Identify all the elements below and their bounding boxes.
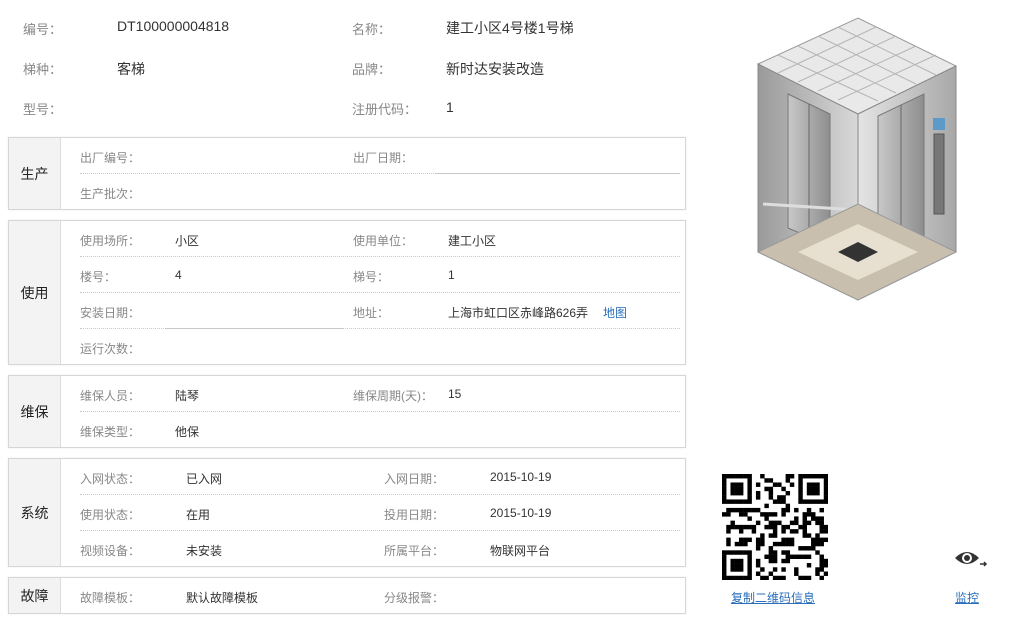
unit-label: 使用单位： [353,234,414,248]
type-label: 梯种： [23,62,63,77]
model-label: 型号： [23,102,63,117]
install-date-label: 安装日期： [80,306,141,320]
template-label: 故障模板： [80,591,141,605]
type-value: 客梯 [117,61,145,77]
system-row-2: 使用状态： 在用 投用日期： 2015-10-19 [80,495,680,531]
copy-qr-link[interactable]: 复制二维码信息 [731,589,815,606]
fault-title: 故障 [9,578,61,613]
usage-row-3: 安装日期： 地址： 上海市虹口区赤峰路626弄 地图 [80,293,680,329]
maintenance-row-2: 维保类型： 他保 [80,412,680,448]
alarm-label: 分级报警： [384,591,445,605]
usage-row-4: 运行次数： [80,329,680,365]
template-value: 默认故障模板 [186,591,259,605]
mtype-value: 他保 [175,425,200,439]
usage-row-1: 使用场所： 小区 使用单位： 建工小区 [80,221,680,257]
name-label: 名称： [352,22,392,37]
maintenance-section: 维保 维保人员： 陆琴 维保周期(天)： 15 维保类型： 他保 [8,375,686,448]
elevator-image [738,14,978,320]
system-row-3: 视频设备： 未安装 所属平台： 物联网平台 [80,531,680,567]
usage-title: 使用 [9,221,61,364]
reg-label: 注册代码： [352,102,418,117]
building-value: 4 [175,268,182,282]
place-value: 小区 [175,234,200,248]
net-status-value: 已入网 [186,472,223,486]
maintenance-row-1: 维保人员： 陆琴 维保周期(天)： 15 [80,376,680,412]
batch-label: 生产批次： [80,187,141,201]
eye-icon[interactable] [953,548,989,572]
period-value: 15 [448,387,462,401]
qr-code [722,474,829,581]
brand-label: 品牌： [352,62,392,77]
system-row-1: 入网状态： 已入网 入网日期： 2015-10-19 [80,459,680,495]
run-count-label: 运行次数： [80,342,141,356]
video-label: 视频设备： [80,544,141,558]
map-link[interactable]: 地图 [603,304,627,321]
usage-section: 使用 使用场所： 小区 使用单位： 建工小区 楼号： 4 梯号： 1 安装日期：… [8,220,686,365]
building-label: 楼号： [80,270,117,284]
unit-value: 建工小区 [448,234,497,248]
use-status-value: 在用 [186,508,211,522]
production-row-2: 生产批次： [80,174,680,210]
system-title: 系统 [9,459,61,566]
production-title: 生产 [9,138,61,209]
reg-value: 1 [446,99,454,115]
factory-date-label: 出厂日期： [353,151,414,165]
brand-value: 新时达安装改造 [446,61,544,77]
name-value: 建工小区4号楼1号梯 [446,20,574,36]
fault-section: 故障 故障模板： 默认故障模板 分级报警： [8,577,686,614]
use-date-value: 2015-10-19 [490,506,552,520]
production-section: 生产 出厂编号： 出厂日期： 生产批次： [8,137,686,210]
factory-no-label: 出厂编号： [80,151,141,165]
net-date-value: 2015-10-19 [490,470,552,484]
code-label: 编号： [23,22,63,37]
usage-row-2: 楼号： 4 梯号： 1 [80,257,680,293]
period-label: 维保周期(天)： [353,389,433,403]
staff-value: 陆琴 [175,389,200,403]
fault-row-1: 故障模板： 默认故障模板 分级报警： [80,578,680,614]
production-row-1: 出厂编号： 出厂日期： [80,138,680,174]
platform-label: 所属平台： [384,544,445,558]
platform-value: 物联网平台 [490,544,551,558]
staff-label: 维保人员： [80,389,141,403]
monitor-link[interactable]: 监控 [955,589,979,606]
use-date-label: 投用日期： [384,508,445,522]
net-status-label: 入网状态： [80,472,141,486]
elevator-no-label: 梯号： [353,270,390,284]
maintenance-title: 维保 [9,376,61,447]
place-label: 使用场所： [80,234,141,248]
net-date-label: 入网日期： [384,472,445,486]
address-value: 上海市虹口区赤峰路626弄 [448,306,589,320]
address-label: 地址： [353,306,390,320]
elevator-no-value: 1 [448,268,455,282]
video-value: 未安装 [186,544,223,558]
use-status-label: 使用状态： [80,508,141,522]
system-section: 系统 入网状态： 已入网 入网日期： 2015-10-19 使用状态： 在用 投… [8,458,686,567]
mtype-label: 维保类型： [80,425,141,439]
code-value: DT100000004818 [117,18,230,34]
